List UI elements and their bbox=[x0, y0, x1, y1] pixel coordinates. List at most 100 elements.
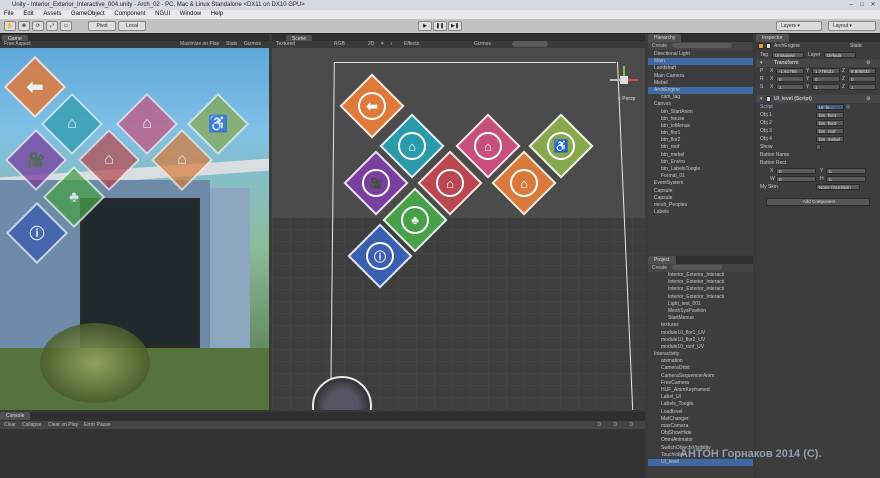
console-error-pause-button[interactable]: Error Pause bbox=[84, 421, 111, 429]
obj3-field[interactable]: btn_roof bbox=[816, 128, 844, 134]
project-item[interactable]: animation bbox=[648, 358, 753, 365]
console-clear-button[interactable]: Clear bbox=[4, 421, 16, 429]
project-item[interactable]: maxCamera bbox=[648, 423, 753, 430]
2d-toggle[interactable]: 2D bbox=[368, 41, 374, 48]
pos-x-field[interactable]: -1.61786 bbox=[776, 68, 804, 74]
rot-x-field[interactable]: 0 bbox=[776, 76, 804, 82]
hierarchy-item[interactable]: btn_house bbox=[648, 116, 753, 123]
layers-dropdown[interactable]: Layers ▾ bbox=[776, 21, 822, 31]
hierarchy-item[interactable]: btn_roof bbox=[648, 144, 753, 151]
project-create-button[interactable]: Create bbox=[652, 265, 667, 271]
menu-window[interactable]: Window bbox=[176, 11, 205, 17]
project-tab[interactable]: Project bbox=[648, 256, 676, 264]
inspector-tab[interactable]: Inspector bbox=[756, 34, 789, 42]
scene-view[interactable]: < Persp ⬅ ⌂ ⌂ ♿ 🎥 ⌂ ⌂ ♣ ⓘ bbox=[272, 48, 645, 410]
tag-dropdown[interactable]: Untagged bbox=[772, 52, 804, 58]
active-checkbox[interactable] bbox=[766, 43, 771, 49]
obj2-field[interactable]: btn_flor2 bbox=[816, 120, 844, 126]
project-item[interactable]: StartMenue bbox=[648, 315, 753, 322]
project-item[interactable]: CameraOrbit bbox=[648, 365, 753, 372]
project-item[interactable]: FreeCamera bbox=[648, 380, 753, 387]
rect-x-field[interactable]: 0 bbox=[776, 168, 816, 174]
object-name-field[interactable]: ArchEngine bbox=[774, 42, 800, 50]
project-item[interactable]: ObjShowHide bbox=[648, 430, 753, 437]
stats-toggle[interactable]: Stats bbox=[226, 41, 237, 48]
hierarchy-item[interactable]: cam_tag bbox=[648, 94, 753, 101]
script-component-header[interactable]: ▾ UI_level (Script) ⚙ bbox=[756, 95, 880, 103]
script-field[interactable]: UI_le... bbox=[816, 104, 844, 110]
project-item[interactable]: Interactivity bbox=[648, 351, 753, 358]
hierarchy-item[interactable]: btn_toMenue bbox=[648, 123, 753, 130]
minimize-icon[interactable]: – bbox=[846, 1, 856, 9]
rgb-dropdown[interactable]: RGB bbox=[334, 41, 345, 48]
hierarchy-search-input[interactable] bbox=[672, 43, 733, 49]
object-picker-icon[interactable]: ◎ bbox=[846, 103, 850, 111]
show-checkbox[interactable] bbox=[816, 144, 821, 150]
project-item[interactable]: module10_flor2_UV bbox=[648, 337, 753, 344]
game-gizmos-dropdown[interactable]: Gizmos bbox=[244, 41, 261, 48]
shading-dropdown[interactable]: Textured bbox=[276, 41, 295, 48]
rot-y-field[interactable]: 0 bbox=[812, 76, 840, 82]
static-checkbox[interactable]: Static bbox=[850, 42, 863, 50]
project-item[interactable]: Interior_Exterior_Interacti bbox=[648, 279, 753, 286]
scl-y-field[interactable]: 1 bbox=[812, 84, 840, 90]
effects-dropdown[interactable]: Effects bbox=[404, 41, 419, 48]
project-item[interactable]: Label_UI bbox=[648, 394, 753, 401]
layout-dropdown[interactable]: Layout ▾ bbox=[828, 21, 876, 31]
menu-component[interactable]: Component bbox=[110, 11, 149, 17]
menu-file[interactable]: File bbox=[0, 11, 18, 17]
scl-x-field[interactable]: 1 bbox=[776, 84, 804, 90]
project-item[interactable]: MeshSysPavilion bbox=[648, 308, 753, 315]
console-collapse-button[interactable]: Collapse bbox=[22, 421, 41, 429]
hierarchy-item[interactable]: btn_StartAnim bbox=[648, 109, 753, 116]
hierarchy-tab[interactable]: Hierarchy bbox=[648, 34, 682, 42]
hierarchy-item[interactable]: btn_mebel bbox=[648, 152, 753, 159]
project-search-input[interactable] bbox=[672, 265, 723, 271]
hierarchy-item[interactable]: Main bbox=[648, 58, 753, 66]
menu-ngui[interactable]: NGUI bbox=[151, 11, 174, 17]
hierarchy-item[interactable]: Capsule bbox=[648, 188, 753, 195]
audio-icon[interactable]: ♪ bbox=[390, 41, 393, 48]
project-item[interactable]: OmniAnimator bbox=[648, 437, 753, 444]
hierarchy-item[interactable]: Directional Light bbox=[648, 51, 753, 58]
hierarchy-item[interactable]: Capsule bbox=[648, 195, 753, 202]
project-item[interactable]: module10_roof_UV bbox=[648, 344, 753, 351]
hierarchy-item[interactable]: Formal_01 bbox=[648, 173, 753, 180]
hierarchy-item[interactable]: btn_LabelsToogle bbox=[648, 166, 753, 173]
console-clear-on-play-button[interactable]: Clear on Play bbox=[48, 421, 78, 429]
hierarchy-item[interactable]: Landshaft bbox=[648, 65, 753, 72]
menu-assets[interactable]: Assets bbox=[39, 11, 65, 17]
rect-y-field[interactable]: 0 bbox=[826, 168, 866, 174]
project-item[interactable]: HUF_AnimKeyframed bbox=[648, 387, 753, 394]
layer-dropdown[interactable]: Default bbox=[824, 52, 856, 58]
rot-z-field[interactable]: 0 bbox=[848, 76, 876, 82]
console-warn-count[interactable]: 0 bbox=[614, 421, 617, 429]
aspect-dropdown[interactable]: Free Aspect bbox=[4, 41, 31, 48]
scl-z-field[interactable]: 1 bbox=[848, 84, 876, 90]
hierarchy-item[interactable]: Mebel bbox=[648, 80, 753, 87]
project-item[interactable]: Interior_Exterior_Interacti bbox=[648, 294, 753, 301]
hierarchy-item[interactable]: Main Camera bbox=[648, 73, 753, 80]
scale-tool-icon[interactable]: ⤢ bbox=[46, 21, 58, 31]
scene-axis-gizmo[interactable] bbox=[610, 66, 638, 94]
obj4-field[interactable]: btn_mebel bbox=[816, 136, 844, 142]
project-item[interactable]: Interior_Exterior_Interacti bbox=[648, 286, 753, 293]
console-error-count[interactable]: 0 bbox=[630, 421, 633, 429]
pause-button[interactable]: ❚❚ bbox=[433, 21, 447, 31]
project-item[interactable]: textures bbox=[648, 322, 753, 329]
my-skin-field[interactable]: None (GUISkin) bbox=[816, 184, 860, 190]
hierarchy-item[interactable]: mesh_Peoples bbox=[648, 202, 753, 209]
console-tab[interactable]: Console bbox=[0, 412, 31, 420]
project-item[interactable]: Interior_Exterior_Interacti bbox=[648, 272, 753, 279]
pos-z-field[interactable]: 8.808832 bbox=[848, 68, 876, 74]
menu-gameobject[interactable]: GameObject bbox=[67, 11, 109, 17]
rotate-tool-icon[interactable]: ⟳ bbox=[32, 21, 44, 31]
persp-label[interactable]: < Persp bbox=[618, 96, 635, 102]
play-button[interactable]: ▶ bbox=[418, 21, 432, 31]
hierarchy-item[interactable]: Canvas bbox=[648, 101, 753, 108]
project-item[interactable]: MatChanger bbox=[648, 416, 753, 423]
add-component-button[interactable]: Add Component bbox=[766, 198, 870, 206]
hierarchy-item[interactable]: btn_Enviro bbox=[648, 159, 753, 166]
game-view[interactable]: ⬅ ⌂ ⌂ ♿ 🎥 ⌂ ⌂ ♣ ⓘ bbox=[0, 48, 269, 410]
rect-tool-icon[interactable]: ▭ bbox=[60, 21, 72, 31]
